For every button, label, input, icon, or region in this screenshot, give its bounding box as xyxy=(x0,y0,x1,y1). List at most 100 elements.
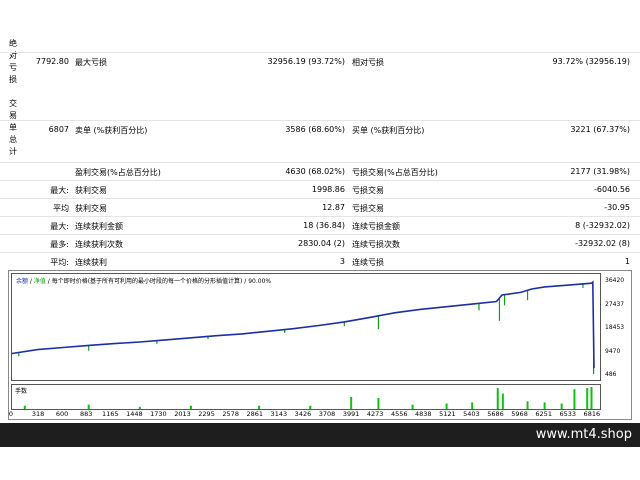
long-positions-label: 买单 (%获利百分比) xyxy=(352,126,425,135)
avg-consecutive-losses-value: 1 xyxy=(624,257,630,266)
row-prefix: 平均 xyxy=(53,204,69,213)
y-tick-label: 9470 xyxy=(605,347,621,355)
x-tick-label: 600 xyxy=(55,410,69,418)
legend-text: 每个即时价格(基于所有可利用的最小时段的每一个价格的分形插值计算) / 90.0… xyxy=(51,278,272,285)
consecutive-wins-count-value: 2830.04 (2) xyxy=(298,239,345,248)
average-profit-label: 获利交易 xyxy=(75,204,107,213)
stats-row-max-consecutive-amount: 最大: 连续获利金额 18 (36.84) 连续亏损金额 8 (-32932.0… xyxy=(0,216,640,234)
balance-plot-area: 余额 / 净值 / 每个即时价格(基于所有可利用的最小时段的每一个价格的分形插值… xyxy=(11,273,601,381)
volume-bar-0 xyxy=(23,405,26,409)
volume-label: 手数 xyxy=(15,388,28,395)
footer-bar: www.mt4.shop xyxy=(0,423,640,447)
brand-watermark: www.mt4.shop xyxy=(535,427,632,442)
x-tick-label: 5968 xyxy=(511,410,528,418)
x-tick-label: 5686 xyxy=(487,410,504,418)
volume-bar-13 xyxy=(526,401,529,409)
y-tick-label: 36420 xyxy=(605,277,625,285)
relative-drawdown-value: 93.72% (32956.19) xyxy=(552,57,630,66)
x-tick-label: 6251 xyxy=(535,410,552,418)
row-prefix: 最大: xyxy=(50,186,69,195)
total-trades-value: 6807 xyxy=(48,125,69,134)
loss-trades-value: 2177 (31.98%) xyxy=(570,167,630,176)
stats-row-drawdown: 7792.80 最大亏损 32956.19 (93.72%) 相对亏损 93.7… xyxy=(0,52,640,70)
stats-row-average: 平均 获利交易 12.87 亏损交易 -30.95 xyxy=(0,198,640,216)
x-tick-label: 318 xyxy=(31,410,45,418)
x-tick-label: 5121 xyxy=(439,410,456,418)
x-tick-label: 1730 xyxy=(150,410,167,418)
volume-bar-1 xyxy=(87,404,90,409)
x-tick-label: 2578 xyxy=(222,410,239,418)
volume-bar-4 xyxy=(258,405,261,409)
max-drawdown-value: 32956.19 (93.72%) xyxy=(267,57,345,66)
balance-chart: 余额 / 净值 / 每个即时价格(基于所有可利用的最小时段的每一个价格的分形插值… xyxy=(8,270,632,420)
avg-consecutive-wins-value: 3 xyxy=(339,257,345,266)
x-tick-label: 1448 xyxy=(126,410,143,418)
row-prefix: 最大: xyxy=(50,222,69,231)
x-tick-label: 0 xyxy=(8,410,14,418)
chart-legend: 余额 / 净值 / 每个即时价格(基于所有可利用的最小时段的每一个价格的分形插值… xyxy=(16,278,272,285)
stats-row-largest: 最大: 获利交易 1998.86 亏损交易 -6040.56 xyxy=(0,180,640,198)
y-tick-label: 18453 xyxy=(605,324,625,332)
short-positions-value: 3586 (68.60%) xyxy=(285,125,345,134)
x-tick-label: 3708 xyxy=(318,410,336,418)
consecutive-losses-count-value: -32932.02 (8) xyxy=(575,239,630,248)
consecutive-losses-count-label: 连续亏损次数 xyxy=(352,240,400,249)
balance-line xyxy=(11,280,595,369)
x-tick-label: 3991 xyxy=(342,410,360,418)
stats-row-total-trades: 6807 卖单 (%获利百分比) 3586 (68.60%) 买单 (%获利百分… xyxy=(0,120,640,138)
consecutive-wins-amount-value: 18 (36.84) xyxy=(303,221,345,230)
stats-row-max-consecutive-count: 最多: 连续获利次数 2830.04 (2) 连续亏损次数 -32932.02 … xyxy=(0,234,640,252)
x-tick-label: 2861 xyxy=(246,410,264,418)
x-tick-label: 5403 xyxy=(463,410,480,418)
volume-bar-8 xyxy=(411,404,414,409)
volume-bar-6 xyxy=(350,396,353,409)
average-profit-value: 12.87 xyxy=(322,203,345,212)
x-tick-label: 6533 xyxy=(559,410,576,418)
volume-bar-12 xyxy=(501,393,504,409)
stats-row-profit-loss-trades: 盈利交易(%占总百分比) 4630 (68.02%) 亏损交易(%占总百分比) … xyxy=(0,162,640,180)
volume-bar-9 xyxy=(445,403,448,409)
profit-trades-label: 盈利交易(%占总百分比) xyxy=(75,168,161,177)
relative-drawdown-label: 相对亏损 xyxy=(352,58,384,67)
x-tick-label: 4556 xyxy=(390,410,408,418)
loss-trades-label: 亏损交易(%占总百分比) xyxy=(352,168,438,177)
average-loss-label: 亏损交易 xyxy=(352,204,384,213)
volume-svg xyxy=(23,387,593,409)
y-tick-label: 486 xyxy=(605,371,617,378)
x-tick-label: 4273 xyxy=(366,410,384,418)
avg-consecutive-wins-label: 连续获利 xyxy=(75,258,107,267)
row-prefix: 平均: xyxy=(50,258,69,267)
volume-bar-16 xyxy=(573,389,576,409)
x-tick-label: 1165 xyxy=(101,410,119,418)
largest-loss-label: 亏损交易 xyxy=(352,186,384,195)
volume-bar-5 xyxy=(309,405,312,409)
volume-bar-3 xyxy=(189,405,192,409)
x-tick-label: 2295 xyxy=(198,410,215,418)
volume-bar-10 xyxy=(471,402,474,409)
top-band xyxy=(0,0,640,30)
consecutive-losses-amount-label: 连续亏损金额 xyxy=(352,222,400,231)
profit-trades-value: 4630 (68.02%) xyxy=(285,167,345,176)
y-tick-label: 27437 xyxy=(605,300,625,308)
max-drawdown-label: 最大亏损 xyxy=(75,58,107,67)
largest-profit-label: 获利交易 xyxy=(75,186,107,195)
x-tick-label: 6816 xyxy=(583,410,601,418)
volume-bar-14 xyxy=(543,402,546,409)
volume-bar-7 xyxy=(377,398,380,409)
consecutive-wins-amount-label: 连续获利金额 xyxy=(75,222,123,231)
consecutive-wins-count-label: 连续获利次数 xyxy=(75,240,123,249)
x-tick-label: 3143 xyxy=(270,410,288,418)
absolute-drawdown-value: 7792.80 xyxy=(35,57,69,66)
volume-bar-17 xyxy=(586,388,589,409)
long-positions-value: 3221 (67.37%) xyxy=(570,125,630,134)
volume-plot-area: 手数 xyxy=(11,384,601,410)
short-positions-label: 卖单 (%获利百分比) xyxy=(75,126,148,135)
volume-bar-18 xyxy=(590,387,593,409)
x-tick-label: 2013 xyxy=(174,410,191,418)
x-tick-label: 4838 xyxy=(415,410,432,418)
consecutive-losses-amount-value: 8 (-32932.02) xyxy=(575,221,630,230)
volume-bar-2 xyxy=(138,406,141,409)
footer-blank xyxy=(0,447,640,480)
legend-equity: 净值 xyxy=(33,278,46,285)
average-loss-value: -30.95 xyxy=(604,203,630,212)
